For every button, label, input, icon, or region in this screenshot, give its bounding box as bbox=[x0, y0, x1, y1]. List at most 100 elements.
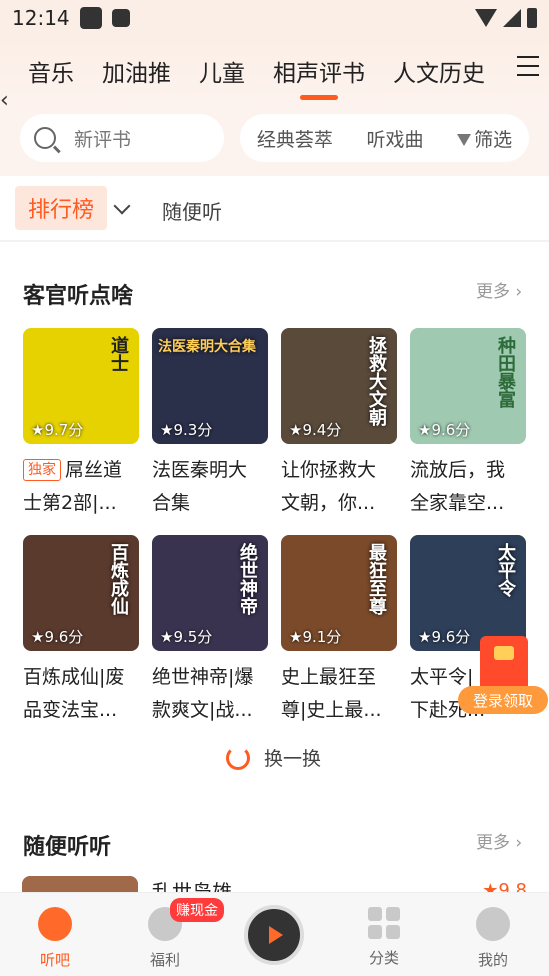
book-title: 百炼成仙|废 品变法宝... bbox=[23, 661, 139, 727]
book-title-line1: 屌丝道 bbox=[65, 459, 123, 481]
book-title-line1: 让你拯救大 bbox=[281, 459, 377, 481]
exclusive-badge: 独家 bbox=[23, 459, 61, 481]
rating-label: ★9.3分 bbox=[160, 421, 213, 439]
book-title-line2: 文朝，你... bbox=[281, 492, 376, 514]
book-title: 流放后，我全家靠空... bbox=[410, 454, 526, 520]
cover-title: 种田暴富 bbox=[495, 336, 516, 408]
refresh-icon bbox=[226, 745, 250, 770]
section-title: 客官听点啥 bbox=[23, 284, 134, 309]
book-title: 法医秦明大 合集 bbox=[152, 454, 268, 520]
book-cover: 道士 ★9.7分 bbox=[23, 328, 139, 444]
nav-me[interactable]: 我的 bbox=[458, 907, 528, 970]
search-row: 新评书 经典荟萃 听戏曲 筛选 bbox=[0, 106, 549, 176]
chevron-down-icon[interactable] bbox=[113, 197, 131, 215]
book-card[interactable]: 道士 ★9.7分 独家 屌丝道士第2部|... bbox=[23, 328, 139, 520]
cover-title: 法医秦明大合集 bbox=[158, 339, 256, 355]
category-tabs: ‹ 音乐 加油推 儿童 相声评书 人文历史 bbox=[0, 36, 549, 106]
quick-links: 经典荟萃 听戏曲 筛选 bbox=[240, 114, 529, 162]
book-title-line1: 绝世神帝|爆 bbox=[152, 666, 254, 688]
book-title-line2: 士第2部|... bbox=[23, 492, 117, 514]
book-card[interactable]: 最狂至尊 ★9.1分 史上最狂至尊|史上最... bbox=[281, 535, 397, 727]
tab-history[interactable]: 人文历史 bbox=[393, 54, 485, 88]
nav-category-label: 分类 bbox=[368, 949, 399, 967]
filter-label: 筛选 bbox=[474, 128, 513, 151]
pill-opera[interactable]: 听戏曲 bbox=[366, 125, 423, 152]
a-notification-icon bbox=[111, 9, 130, 27]
nav-welfare-label: 福利 bbox=[149, 951, 180, 969]
random-listen-tab[interactable]: 随便听 bbox=[162, 196, 222, 225]
tab-boost[interactable]: 加油推 bbox=[102, 54, 171, 88]
rating-label: ★9.4分 bbox=[289, 421, 342, 439]
player-disc[interactable] bbox=[244, 905, 304, 965]
book-card[interactable]: 种田暴富 ★9.6分 流放后，我全家靠空... bbox=[410, 328, 526, 520]
book-title-line1: 法医秦明大 bbox=[152, 459, 248, 481]
search-box[interactable]: 新评书 bbox=[20, 114, 224, 162]
book-cover: 百炼成仙 ★9.6分 bbox=[23, 535, 139, 651]
grid-icon bbox=[368, 907, 400, 939]
rank-row: 排行榜 随便听 bbox=[0, 176, 549, 242]
more-link-2[interactable]: 更多 › bbox=[476, 828, 522, 853]
app-notification-icon bbox=[79, 7, 102, 29]
search-icon bbox=[34, 127, 56, 149]
rating-label: ★9.6分 bbox=[418, 628, 471, 646]
book-title-line1: 流放后，我 bbox=[410, 459, 506, 481]
tab-music[interactable]: 音乐 bbox=[28, 54, 74, 88]
cover-title: 最狂至尊 bbox=[366, 543, 387, 615]
section-title-2: 随便听听 bbox=[23, 835, 112, 860]
book-card[interactable]: 法医秦明大合集 ★9.3分 法医秦明大 合集 bbox=[152, 328, 268, 520]
cellular-icon bbox=[503, 9, 521, 27]
book-title-line1: 百炼成仙|废 bbox=[23, 666, 125, 688]
login-claim-button[interactable]: 登录领取 bbox=[458, 686, 548, 714]
book-cover: 种田暴富 ★9.6分 bbox=[410, 328, 526, 444]
status-time: 12:14 bbox=[12, 6, 70, 30]
rating-label: ★9.1分 bbox=[289, 628, 342, 646]
book-title-line1: 史上最狂至 bbox=[281, 666, 377, 688]
status-right bbox=[475, 8, 537, 28]
book-title-line2: 全家靠空... bbox=[410, 492, 505, 514]
battery-icon bbox=[527, 8, 537, 28]
rating-label: ★9.5分 bbox=[160, 628, 213, 646]
book-title-line2: 尊|史上最... bbox=[281, 699, 382, 721]
red-packet-icon[interactable] bbox=[480, 636, 528, 692]
menu-icon[interactable] bbox=[517, 56, 539, 76]
tab-kids[interactable]: 儿童 bbox=[199, 54, 245, 88]
book-card[interactable]: 百炼成仙 ★9.6分 百炼成仙|废 品变法宝... bbox=[23, 535, 139, 727]
cover-title: 绝世神帝 bbox=[237, 543, 258, 615]
more-link[interactable]: 更多 › bbox=[476, 277, 522, 302]
book-title: 绝世神帝|爆 款爽文|战... bbox=[152, 661, 268, 727]
nav-me-label: 我的 bbox=[477, 951, 508, 969]
book-cover: 绝世神帝 ★9.5分 bbox=[152, 535, 268, 651]
tab-crosstalk[interactable]: 相声评书 bbox=[273, 54, 365, 88]
pill-classics[interactable]: 经典荟萃 bbox=[257, 125, 333, 152]
filter-icon bbox=[457, 133, 472, 146]
book-cover: 法医秦明大合集 ★9.3分 bbox=[152, 328, 268, 444]
tabs-scroll-left[interactable]: ‹ bbox=[0, 88, 9, 106]
book-title: 独家 屌丝道士第2部|... bbox=[23, 454, 139, 520]
search-placeholder: 新评书 bbox=[74, 128, 132, 151]
nav-listen[interactable]: 听吧 bbox=[20, 907, 90, 970]
filter-button[interactable]: 筛选 bbox=[457, 125, 512, 152]
book-cover: 太平令 ★9.6分 bbox=[410, 535, 526, 651]
book-title-line1: 太平令| bbox=[410, 666, 474, 688]
book-card[interactable]: 拯救大文朝 ★9.4分 让你拯救大文朝，你... bbox=[281, 328, 397, 520]
cover-title: 百炼成仙 bbox=[108, 543, 129, 615]
book-title-line2: 款爽文|战... bbox=[152, 699, 253, 721]
status-bar: 12:14 bbox=[0, 0, 549, 36]
book-card[interactable]: 绝世神帝 ★9.5分 绝世神帝|爆 款爽文|战... bbox=[152, 535, 268, 727]
book-cover: 拯救大文朝 ★9.4分 bbox=[281, 328, 397, 444]
book-cover: 最狂至尊 ★9.1分 bbox=[281, 535, 397, 651]
nav-category[interactable]: 分类 bbox=[349, 907, 419, 968]
rating-label: ★9.7分 bbox=[31, 421, 84, 439]
wifi-icon bbox=[475, 9, 497, 27]
ranking-tab[interactable]: 排行榜 bbox=[15, 186, 107, 230]
compass-icon bbox=[38, 907, 72, 941]
cover-title: 太平令 bbox=[495, 543, 516, 597]
book-title-line2: 品变法宝... bbox=[23, 699, 118, 721]
book-title: 让你拯救大文朝，你... bbox=[281, 454, 397, 520]
refresh-label: 换一换 bbox=[264, 748, 322, 770]
refresh-button[interactable]: 换一换 bbox=[226, 744, 321, 771]
play-icon bbox=[269, 926, 283, 944]
book-title: 史上最狂至尊|史上最... bbox=[281, 661, 397, 727]
user-icon bbox=[476, 907, 510, 941]
nav-listen-label: 听吧 bbox=[39, 951, 70, 969]
